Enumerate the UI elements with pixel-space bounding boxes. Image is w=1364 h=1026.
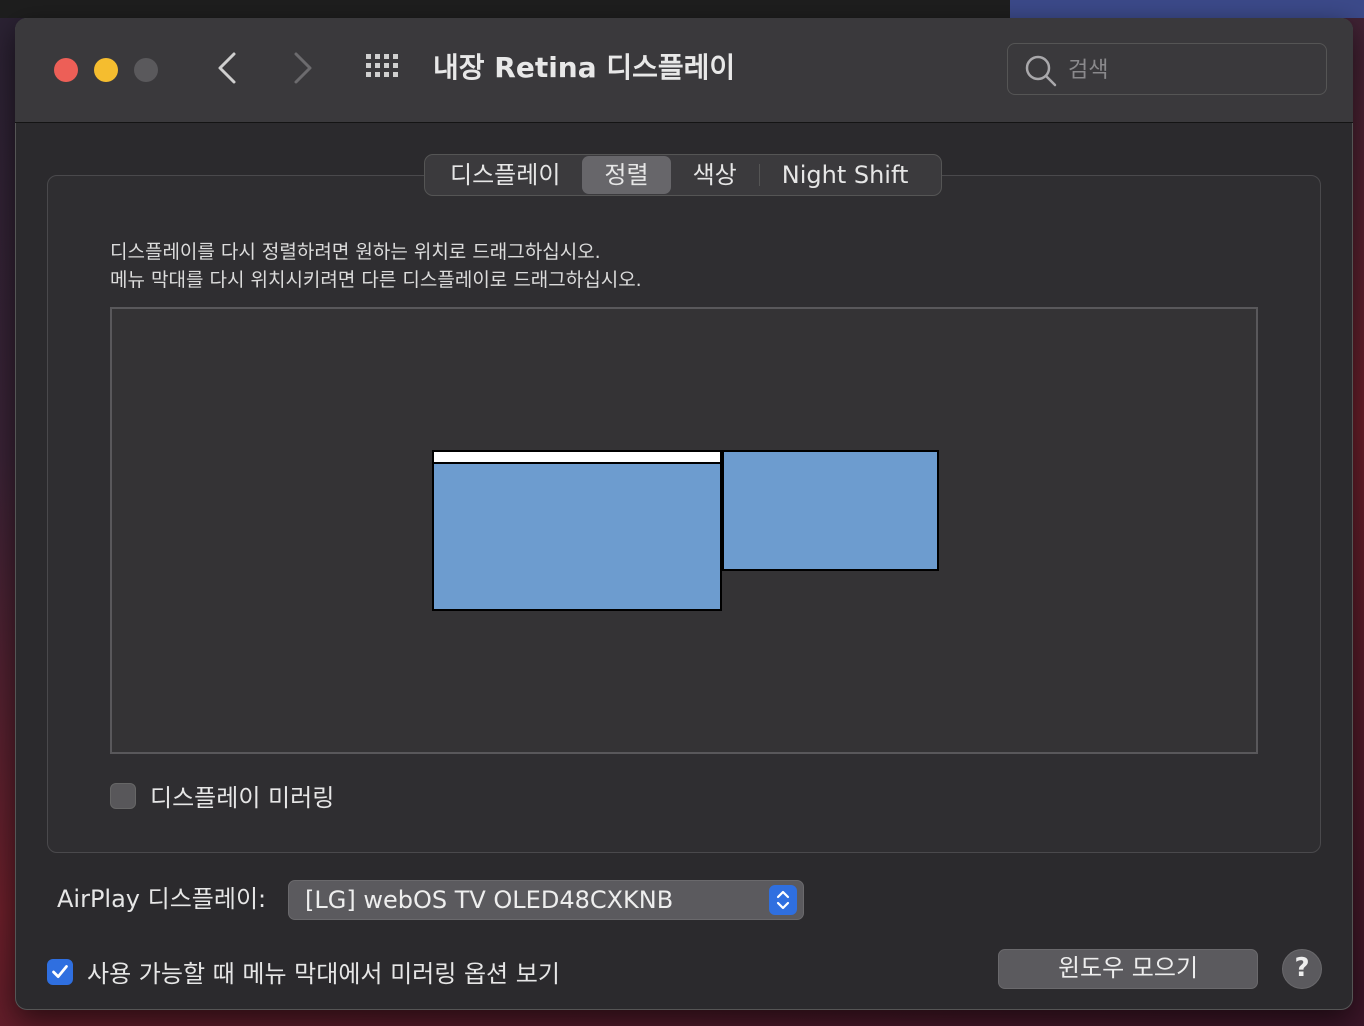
close-button[interactable] — [54, 58, 78, 82]
tab-color[interactable]: 색상 — [671, 156, 759, 194]
zoom-button[interactable] — [134, 58, 158, 82]
desktop-background — [0, 0, 1010, 18]
titlebar: 내장 Retina 디스플레이 — [15, 18, 1353, 123]
forward-button[interactable] — [282, 48, 322, 88]
desktop-background-right — [1010, 0, 1364, 18]
gather-windows-button[interactable]: 윈도우 모으기 — [998, 949, 1258, 989]
airplay-display-select[interactable]: [LG] webOS TV OLED48CXKNB — [288, 880, 804, 920]
search-field[interactable] — [1007, 43, 1327, 95]
airplay-display-label: AirPlay 디스플레이: — [57, 885, 267, 913]
search-icon — [1025, 55, 1057, 87]
main-display-thumbnail[interactable] — [432, 450, 722, 611]
system-preferences-window: 내장 Retina 디스플레이 디스플레이 정렬 색상 Night Shift … — [15, 18, 1353, 1010]
mirroring-option: 디스플레이 미러링 — [110, 778, 334, 813]
arrangement-instructions: 디스플레이를 다시 정렬하려면 원하는 위치로 드래그하십시오. 메뉴 막대를 … — [110, 238, 642, 294]
airplay-selected-value: [LG] webOS TV OLED48CXKNB — [305, 886, 674, 914]
chevron-left-icon — [218, 52, 236, 84]
menubar-mirroring-option: 사용 가능할 때 메뉴 막대에서 미러링 옵션 보기 — [47, 954, 560, 989]
instruction-line-1: 디스플레이를 다시 정렬하려면 원하는 위치로 드래그하십시오. — [110, 241, 601, 263]
show-mirroring-in-menubar-checkbox[interactable] — [47, 958, 73, 985]
show-all-button[interactable] — [363, 51, 405, 87]
show-mirroring-in-menubar-label: 사용 가능할 때 메뉴 막대에서 미러링 옵션 보기 — [87, 960, 560, 988]
mirror-displays-label: 디스플레이 미러링 — [150, 784, 335, 812]
menu-bar-indicator[interactable] — [434, 452, 720, 464]
back-button[interactable] — [208, 48, 248, 88]
checkmark-icon — [52, 964, 68, 978]
secondary-display-thumbnail[interactable] — [722, 450, 939, 571]
minimize-button[interactable] — [94, 58, 118, 82]
grid-icon — [366, 54, 398, 77]
help-button[interactable]: ? — [1282, 949, 1322, 989]
display-arrangement-area — [110, 307, 1258, 754]
popup-arrows-icon — [769, 885, 797, 915]
tab-bar: 디스플레이 정렬 색상 Night Shift — [424, 154, 942, 196]
window-title: 내장 Retina 디스플레이 — [433, 51, 736, 84]
mirror-displays-checkbox[interactable] — [110, 782, 136, 809]
search-input[interactable] — [1066, 52, 1310, 88]
tab-arrangement[interactable]: 정렬 — [582, 156, 671, 194]
tab-night-shift[interactable]: Night Shift — [760, 156, 931, 194]
chevron-right-icon — [294, 52, 312, 84]
tab-display[interactable]: 디스플레이 — [428, 156, 582, 194]
instruction-line-2: 메뉴 막대를 다시 위치시키려면 다른 디스플레이로 드래그하십시오. — [110, 269, 642, 291]
